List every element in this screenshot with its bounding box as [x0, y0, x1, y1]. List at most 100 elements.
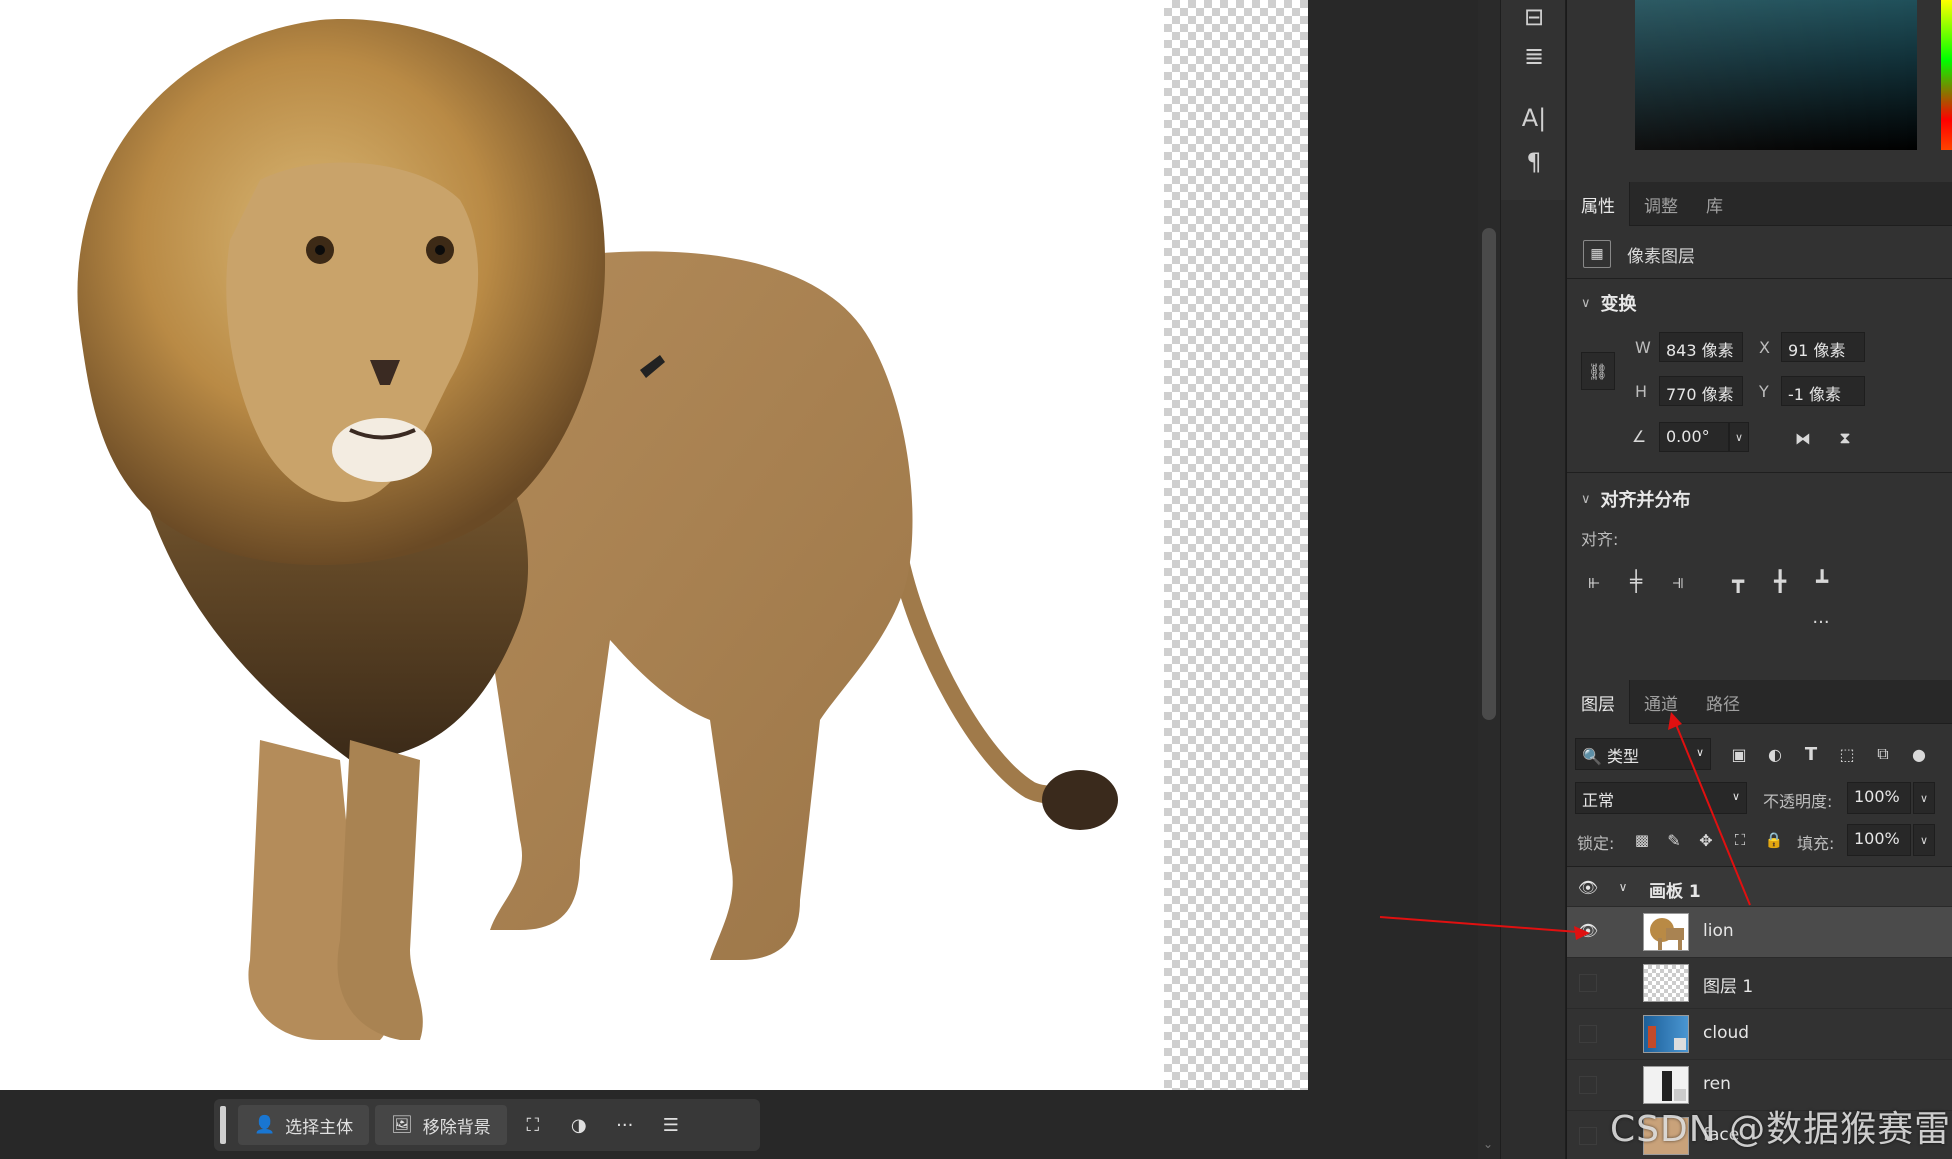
layer-name: cloud — [1703, 1023, 1750, 1043]
search-icon: 🔍 — [1582, 747, 1602, 766]
select-subject-label: 选择主体 — [285, 1117, 354, 1138]
chevron-down-icon[interactable]: ∨ — [1613, 877, 1633, 897]
lock-image-pixels-icon[interactable]: ✎ — [1661, 826, 1687, 854]
x-position-field[interactable]: 91 像素 — [1781, 332, 1865, 362]
h-label: H — [1635, 382, 1648, 401]
divider — [1567, 472, 1952, 473]
color-picker-field[interactable] — [1635, 0, 1917, 150]
filter-toggle-icon[interactable]: ● — [1905, 740, 1933, 768]
remove-background-button[interactable]: 🖼 移除背景 — [375, 1105, 507, 1145]
filter-type-layer-icon[interactable]: T — [1797, 740, 1825, 768]
chevron-down-icon: ∨ — [1581, 295, 1591, 311]
fill-label: 填充: — [1797, 834, 1835, 853]
right-panel: 属性 调整 库 ▦ 像素图层 ∨ 变换 ⛓ W 843 像素 X 91 像素 H… — [1566, 0, 1952, 1159]
transform-title: 变换 — [1600, 294, 1637, 315]
panel-tool-strip: ⊟ ≣ A| ¶ — [1500, 0, 1566, 200]
tab-paths[interactable]: 路径 — [1692, 680, 1754, 724]
layer-name: ren — [1703, 1074, 1731, 1094]
more-options-button[interactable]: ··· — [605, 1105, 645, 1145]
artboard-canvas[interactable] — [0, 0, 1308, 1090]
lock-position-icon[interactable]: ✥ — [1693, 826, 1719, 854]
y-label: Y — [1759, 382, 1769, 401]
watermark-text: CSDN @数据猴赛雷 — [1610, 1109, 1952, 1150]
x-label: X — [1759, 338, 1770, 357]
stamp-list-icon[interactable]: ≣ — [1501, 34, 1567, 78]
flip-vertical-icon[interactable]: ⧗ — [1831, 424, 1859, 452]
layer-name: 图层 1 — [1703, 977, 1754, 997]
align-horizontal-centers-icon[interactable]: ╪ — [1621, 566, 1651, 596]
layer-kind-label: 像素图层 — [1627, 247, 1695, 267]
filter-pixel-layer-icon[interactable]: ▣ — [1725, 740, 1753, 768]
visibility-toggle[interactable] — [1579, 1025, 1597, 1043]
lion-thumbnail — [1643, 913, 1689, 951]
filter-smart-object-icon[interactable]: ⧉ — [1869, 740, 1897, 768]
adjustments-icon[interactable]: ⊟ — [1501, 0, 1567, 34]
angle-dropdown-chevron-icon[interactable]: ∨ — [1729, 422, 1749, 452]
lock-artboard-icon[interactable]: ⛶ — [1727, 826, 1753, 854]
visibility-toggle[interactable] — [1579, 1127, 1597, 1145]
tab-adjustments[interactable]: 调整 — [1630, 182, 1692, 226]
tab-layers[interactable]: 图层 — [1567, 680, 1630, 724]
taskbar-grip-handle[interactable] — [220, 1106, 226, 1144]
width-field[interactable]: 843 像素 — [1659, 332, 1743, 362]
photoshop-window: 👤 选择主体 🖼 移除背景 ⛶ ◑ ··· ☰ ⌄ ⊟ ≣ A| ¶ 属性 调整… — [0, 0, 1952, 1159]
fill-chevron-icon[interactable]: ∨ — [1913, 824, 1935, 856]
image-icon: 🖼 — [391, 1115, 413, 1135]
blend-mode-value: 正常 — [1582, 791, 1615, 810]
settings-sliders-icon[interactable]: ☰ — [651, 1105, 691, 1145]
visibility-toggle[interactable] — [1579, 1076, 1597, 1094]
tab-channels[interactable]: 通道 — [1630, 680, 1692, 724]
flip-horizontal-icon[interactable]: ⧓ — [1789, 424, 1817, 452]
tab-properties[interactable]: 属性 — [1567, 182, 1630, 226]
layer-row-cloud[interactable]: cloud — [1567, 1009, 1952, 1060]
height-field[interactable]: 770 像素 — [1659, 376, 1743, 406]
lock-transparent-pixels-icon[interactable]: ▩ — [1629, 826, 1655, 854]
visibility-toggle[interactable] — [1579, 974, 1597, 992]
lock-label: 锁定: — [1577, 834, 1615, 853]
remove-background-label: 移除背景 — [422, 1117, 491, 1138]
layer-filter-select[interactable]: 🔍 类型 ∨ — [1575, 738, 1711, 770]
opacity-field[interactable]: 100% — [1847, 782, 1911, 814]
align-left-edges-icon[interactable]: ⫦ — [1579, 566, 1609, 596]
transparent-region — [1164, 0, 1308, 1090]
color-hue-slider[interactable] — [1941, 0, 1952, 150]
more-align-options-button[interactable]: ··· — [1801, 610, 1841, 634]
link-chain-icon[interactable]: ⛓ — [1581, 352, 1615, 390]
pixel-layer-icon: ▦ — [1583, 240, 1611, 268]
transform-section-header[interactable]: ∨ 变换 — [1581, 290, 1637, 316]
y-position-field[interactable]: -1 像素 — [1781, 376, 1865, 406]
properties-tabbar: 属性 调整 库 — [1567, 182, 1952, 226]
scrollbar-thumb[interactable] — [1482, 228, 1496, 720]
person-icon: 👤 — [254, 1115, 276, 1135]
align-vertical-centers-icon[interactable]: ╋ — [1765, 566, 1795, 596]
align-right-edges-icon[interactable]: ⫣ — [1663, 566, 1693, 596]
blend-mode-select[interactable]: 正常 ∨ — [1575, 782, 1747, 814]
layer-row-layer1[interactable]: 图层 1 — [1567, 958, 1952, 1009]
adjustment-circle-icon[interactable]: ◑ — [559, 1105, 599, 1145]
character-panel-icon[interactable]: A| — [1501, 96, 1567, 140]
filter-adjustment-layer-icon[interactable]: ◐ — [1761, 740, 1789, 768]
layer1-thumbnail — [1643, 964, 1689, 1002]
canvas-area[interactable]: 👤 选择主体 🖼 移除背景 ⛶ ◑ ··· ☰ — [0, 0, 1480, 1159]
artboard-group-row[interactable]: 👁 ∨ 画板 1 — [1567, 867, 1952, 907]
eye-icon[interactable]: 👁 — [1577, 919, 1599, 941]
lion-image[interactable] — [20, 0, 1140, 1090]
fill-field[interactable]: 100% — [1847, 824, 1911, 856]
align-top-edges-icon[interactable]: ┳ — [1723, 566, 1753, 596]
transform-selection-icon[interactable]: ⛶ — [513, 1105, 553, 1145]
align-bottom-edges-icon[interactable]: ┻ — [1807, 566, 1837, 596]
angle-field[interactable]: 0.00° — [1659, 422, 1729, 452]
tab-libraries[interactable]: 库 — [1692, 182, 1737, 226]
eye-icon[interactable]: 👁 — [1577, 876, 1599, 898]
align-section-header[interactable]: ∨ 对齐并分布 — [1581, 486, 1691, 512]
lock-all-icon[interactable]: 🔒 — [1761, 826, 1787, 854]
layer-row-lion[interactable]: 👁 lion — [1567, 907, 1952, 958]
select-subject-button[interactable]: 👤 选择主体 — [238, 1105, 370, 1145]
contextual-task-bar: 👤 选择主体 🖼 移除背景 ⛶ ◑ ··· ☰ — [214, 1099, 760, 1151]
opacity-chevron-icon[interactable]: ∨ — [1913, 782, 1935, 814]
paragraph-panel-icon[interactable]: ¶ — [1501, 140, 1567, 184]
filter-shape-layer-icon[interactable]: ⬚ — [1833, 740, 1861, 768]
scroll-down-arrow-icon[interactable]: ⌄ — [1483, 1137, 1493, 1151]
canvas-vertical-scrollbar[interactable]: ⌄ — [1478, 0, 1500, 1159]
opacity-label: 不透明度: — [1763, 792, 1833, 811]
